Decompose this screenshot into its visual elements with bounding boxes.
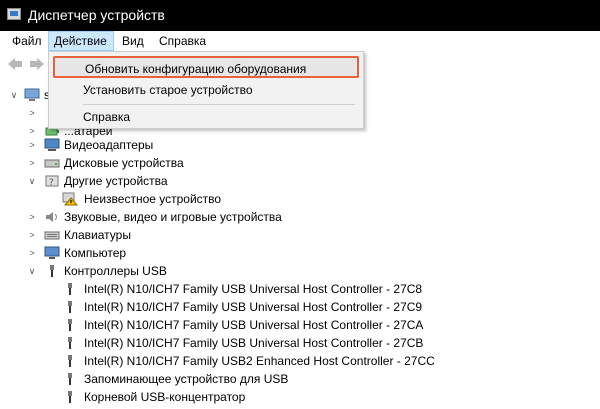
usb-device-label: Запоминающее устройство для USB [84, 372, 289, 386]
tree-category-label: Другие устройства [64, 174, 168, 188]
arrow-right-icon [30, 58, 44, 70]
tree-category-computer[interactable]: > Компьютер [26, 244, 226, 262]
tree-category-label: Компьютер [64, 246, 127, 260]
tree-category-label: Дисковые устройства [64, 156, 184, 170]
tree-category-other-devices[interactable]: ∨ ? Другие устройства [26, 172, 286, 190]
usb-plug-icon [62, 282, 78, 296]
usb-device-label: Intel(R) N10/ICH7 Family USB Universal H… [84, 282, 423, 296]
menu-separator [83, 104, 355, 105]
menu-action[interactable]: Действие [48, 31, 114, 51]
display-adapter-icon [44, 138, 60, 152]
usb-device-item[interactable]: Intel(R) N10/ICH7 Family USB Universal H… [62, 334, 482, 352]
usb-plug-icon [62, 372, 78, 386]
disk-drive-icon [44, 156, 60, 170]
usb-plug-icon [62, 390, 78, 404]
unknown-device-warning-icon [62, 192, 79, 206]
tree-category-label: Клавиатуры [64, 228, 131, 242]
tree-category-usb-controllers[interactable]: ∨ Контроллеры USB [26, 262, 226, 280]
speaker-icon [44, 210, 60, 224]
collapse-chevron-icon[interactable]: ∨ [26, 262, 38, 280]
usb-device-item[interactable]: Запоминающее устройство для USB [62, 370, 482, 388]
usb-device-label: Intel(R) N10/ICH7 Family USB Universal H… [84, 300, 423, 314]
collapse-chevron-icon[interactable]: ∨ [8, 86, 20, 104]
tree-category-disk-drives[interactable]: > Дисковые устройства [26, 154, 286, 172]
menu-view[interactable]: Вид [117, 31, 149, 51]
expand-chevron-icon[interactable]: > [26, 226, 38, 244]
collapse-chevron-icon[interactable]: ∨ [26, 172, 38, 190]
expand-chevron-icon[interactable]: > [26, 208, 38, 226]
tree-device-unknown[interactable]: Неизвестное устройство [62, 190, 262, 208]
svg-text:?: ? [49, 178, 54, 188]
window-title: Диспетчер устройств [28, 7, 165, 23]
usb-device-label: Intel(R) N10/ICH7 Family USB2 Enhanced H… [84, 354, 435, 368]
usb-device-item[interactable]: Intel(R) N10/ICH7 Family USB Universal H… [62, 316, 482, 334]
expand-chevron-icon[interactable]: > [26, 104, 38, 122]
action-menu-dropdown: Обновить конфигурацию оборудования Устан… [48, 51, 364, 129]
usb-device-item[interactable]: Intel(R) N10/ICH7 Family USB Universal H… [62, 298, 482, 316]
computer-icon [44, 246, 60, 260]
usb-device-label: Корневой USB-концентратор [84, 390, 246, 404]
back-button[interactable] [6, 56, 24, 72]
usb-plug-icon [62, 300, 78, 314]
usb-device-item[interactable]: Intel(R) N10/ICH7 Family USB Universal H… [62, 280, 482, 298]
usb-plug-icon [62, 318, 78, 332]
tree-category-display-adapters[interactable]: > Видеоадаптеры [26, 136, 286, 154]
tree-category-keyboards[interactable]: > Клавиатуры [26, 226, 226, 244]
usb-plug-icon [62, 354, 78, 368]
usb-icon [44, 264, 60, 278]
usb-device-item[interactable]: Intel(R) N10/ICH7 Family USB2 Enhanced H… [62, 352, 482, 370]
tree-category-label: Видеоадаптеры [64, 138, 154, 152]
other-devices-icon: ? [44, 174, 60, 188]
menu-item-help[interactable]: Справка [53, 106, 359, 128]
menu-item-label: Установить старое устройство [83, 83, 253, 97]
title-bar: Диспетчер устройств [0, 0, 600, 31]
usb-device-label: Intel(R) N10/ICH7 Family USB Universal H… [84, 318, 424, 332]
expand-chevron-icon[interactable]: > [26, 154, 38, 172]
tree-category-label: Звуковые, видео и игровые устройства [64, 210, 282, 224]
menu-item-scan-hardware-changes[interactable]: Обновить конфигурацию оборудования [53, 56, 359, 78]
expand-chevron-icon[interactable]: > [26, 136, 38, 154]
expand-chevron-icon[interactable]: > [26, 244, 38, 262]
arrow-left-icon [8, 58, 22, 70]
menu-item-label: Справка [83, 110, 131, 124]
menu-file[interactable]: Файл [7, 31, 47, 51]
menu-bar: Файл Действие Вид Справка [0, 31, 600, 52]
usb-device-label: Intel(R) N10/ICH7 Family USB Universal H… [84, 336, 424, 350]
tree-category-sound[interactable]: > Звуковые, видео и игровые устройства [26, 208, 326, 226]
menu-item-label: Обновить конфигурацию оборудования [85, 62, 307, 76]
tree-category-label: Контроллеры USB [64, 264, 167, 278]
menu-item-add-legacy-hardware[interactable]: Установить старое устройство [53, 79, 359, 101]
device-manager-icon [7, 8, 21, 20]
keyboard-icon [44, 228, 60, 242]
usb-plug-icon [62, 336, 78, 350]
computer-icon [24, 88, 40, 102]
menu-help[interactable]: Справка [154, 31, 211, 51]
usb-device-item[interactable]: Корневой USB-концентратор [62, 388, 482, 406]
forward-button[interactable] [28, 56, 46, 72]
tree-device-label: Неизвестное устройство [84, 192, 222, 206]
